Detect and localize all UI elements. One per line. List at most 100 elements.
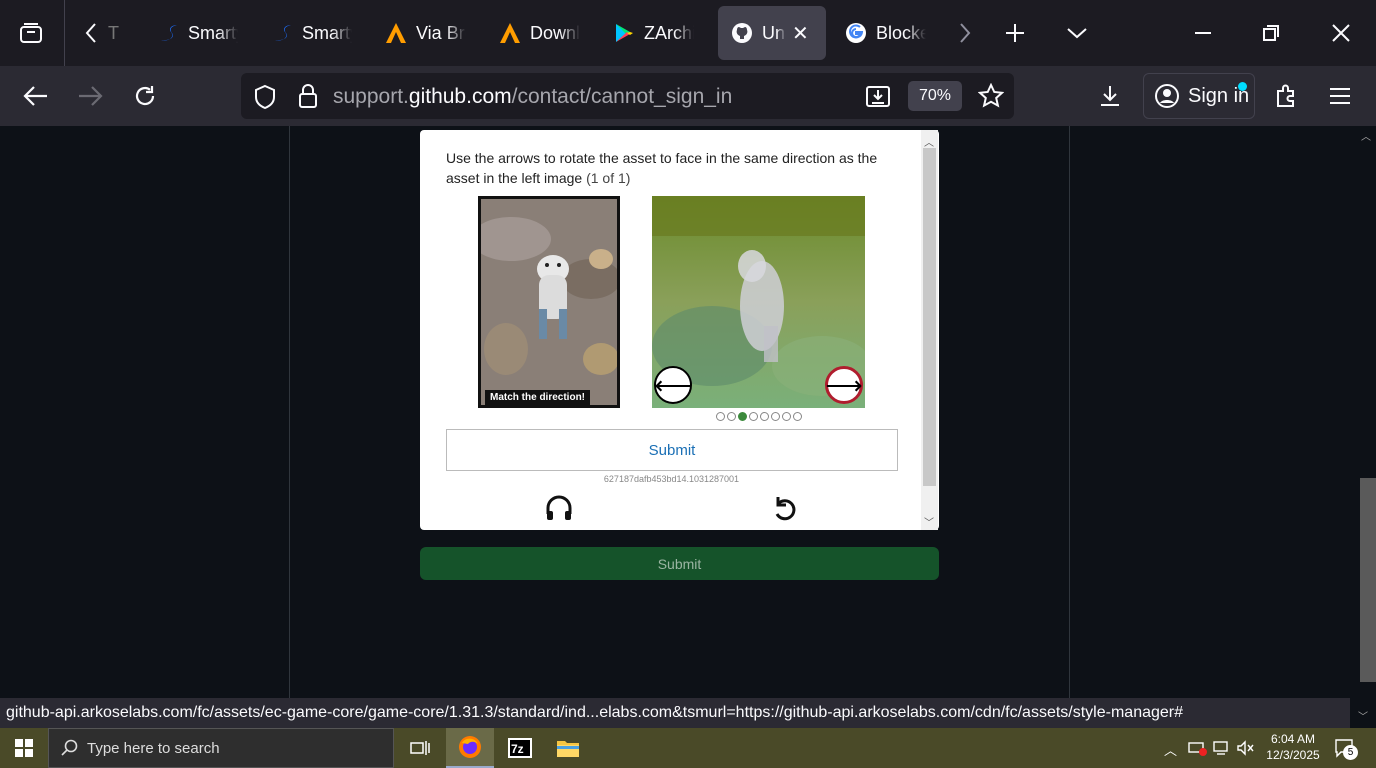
play-store-icon [612, 21, 636, 45]
google-icon [844, 21, 868, 45]
downloads-icon[interactable] [1088, 74, 1132, 118]
close-window-icon[interactable] [1318, 10, 1364, 56]
tracking-shield-icon[interactable] [253, 84, 277, 115]
scroll-tabs-right-icon[interactable] [942, 10, 988, 56]
page-scroll-up-icon[interactable]: ︿ [1361, 128, 1371, 143]
network-status-icon[interactable] [1212, 740, 1232, 761]
menu-icon[interactable] [1318, 74, 1362, 118]
tab-4[interactable]: Download [498, 6, 598, 60]
bookmark-star-icon[interactable] [977, 82, 1005, 114]
restart-icon [770, 497, 800, 528]
sign-in-button[interactable]: Sign in [1143, 73, 1255, 119]
arrow-right-icon: ⟶ [825, 370, 863, 400]
tab-0[interactable]: T [108, 6, 136, 60]
zoom-level[interactable]: 70% [908, 81, 962, 111]
forward-icon[interactable] [68, 74, 112, 118]
close-tab-icon[interactable]: ✕ [792, 21, 809, 46]
github-icon [730, 21, 754, 45]
rotatable-image: ⟵ ⟶ [652, 196, 865, 408]
restore-icon[interactable] [1248, 10, 1294, 56]
captcha-submit-button[interactable]: Submit [446, 429, 898, 471]
tab-title: T [108, 22, 119, 43]
session-id: 627187dafb453bd14.1031287001 [603, 474, 740, 484]
volume-muted-icon[interactable] [1236, 740, 1256, 761]
instruction-counter: (1 of 1) [586, 170, 631, 186]
captcha-scrollbar[interactable]: ︿ ﹀ [921, 130, 938, 530]
via-a-icon [498, 21, 522, 45]
list-all-tabs-icon[interactable] [1054, 10, 1100, 56]
show-hidden-icons-icon[interactable]: ︿ [1164, 740, 1177, 759]
clock-date: 12/3/2025 [1266, 748, 1320, 762]
page-scroll-down-icon[interactable]: ﹀ [1350, 698, 1376, 728]
navigation-toolbar: support.github.com/contact/cannot_sign_i… [0, 66, 1376, 126]
page-scrollbar[interactable]: ︿ [1358, 126, 1376, 698]
svg-text:7z: 7z [511, 742, 524, 756]
url-host-main: github.com [408, 85, 512, 108]
arrow-left-icon: ⟵ [654, 370, 692, 400]
tab-3[interactable]: Via Browser [384, 6, 484, 60]
firefox-taskbar-icon[interactable] [446, 728, 494, 768]
notification-dot [1238, 82, 1247, 91]
tab-overview-icon[interactable] [8, 10, 54, 56]
tab-divider [64, 0, 65, 66]
file-explorer-taskbar-icon[interactable] [544, 728, 592, 768]
address-bar[interactable]: support.github.com/contact/cannot_sign_i… [241, 73, 1014, 119]
tab-2[interactable]: Smarty [270, 6, 370, 60]
content-border-left [289, 126, 290, 698]
instruction-text: Use the arrows to rotate the asset to fa… [446, 150, 878, 186]
minimize-icon[interactable] [1180, 10, 1226, 56]
task-view-icon[interactable] [396, 728, 444, 768]
lock-icon[interactable] [297, 83, 319, 114]
search-icon [61, 739, 79, 757]
tab-title: Via Browser [416, 22, 466, 43]
captcha-scrollbar-thumb[interactable] [923, 148, 936, 486]
progress-dot [771, 412, 780, 421]
tab-6-active[interactable]: Unable ✕ [718, 6, 826, 60]
rotate-right-button[interactable]: ⟶ [825, 366, 863, 404]
rotate-left-button[interactable]: ⟵ [654, 366, 692, 404]
notification-count-badge: 5 [1343, 745, 1358, 760]
windows-taskbar: Type here to search 7z ︿ 6:04 AM 12/3/20… [0, 728, 1376, 768]
smart-swan-icon [156, 21, 180, 45]
tab-title: ZArchiver [644, 22, 694, 43]
taskbar-search-box[interactable]: Type here to search [48, 728, 394, 768]
progress-dot [716, 412, 725, 421]
reload-icon[interactable] [123, 74, 167, 118]
url-text[interactable]: support.github.com/contact/cannot_sign_i… [333, 85, 732, 109]
extensions-icon[interactable] [1264, 74, 1308, 118]
restart-button[interactable] [770, 494, 800, 524]
reference-image: Match the direction! [478, 196, 620, 408]
progress-dot [749, 412, 758, 421]
tab-strip: T Smarty Smarty Via Browser Download ZAr… [0, 0, 1376, 66]
progress-dot-active [738, 412, 747, 421]
via-a-icon [384, 21, 408, 45]
new-tab-icon[interactable] [992, 10, 1038, 56]
progress-dot [727, 412, 736, 421]
battery-status-icon[interactable] [1188, 740, 1208, 761]
7zip-taskbar-icon[interactable]: 7z [496, 728, 544, 768]
system-clock[interactable]: 6:04 AM 12/3/2025 [1258, 731, 1328, 763]
page-scrollbar-thumb[interactable] [1360, 478, 1376, 682]
tab-title: Smarty [188, 22, 238, 43]
reference-animal-picture [481, 199, 617, 405]
content-border-right [1069, 126, 1070, 698]
captcha-instruction: Use the arrows to rotate the asset to fa… [446, 148, 906, 188]
search-placeholder: Type here to search [87, 739, 220, 757]
submit-button[interactable]: Submit [420, 547, 939, 580]
tab-1[interactable]: Smarty [156, 6, 256, 60]
save-page-icon[interactable] [865, 83, 891, 114]
progress-dot [782, 412, 791, 421]
audio-challenge-button[interactable] [544, 494, 574, 524]
tab-title: Blocked [876, 22, 926, 43]
tab-title: Download [530, 22, 580, 43]
headphones-icon [544, 495, 574, 528]
scroll-down-icon[interactable]: ﹀ [924, 514, 934, 529]
tab-5[interactable]: ZArchiver [612, 6, 712, 60]
tab-7[interactable]: Blocked [844, 6, 944, 60]
account-icon [1154, 83, 1180, 109]
smart-swan-icon [270, 21, 294, 45]
url-host-prefix: support. [333, 85, 409, 108]
windows-start-icon[interactable] [0, 728, 48, 768]
back-icon[interactable] [14, 74, 58, 118]
scroll-up-icon[interactable]: ︿ [924, 134, 934, 149]
